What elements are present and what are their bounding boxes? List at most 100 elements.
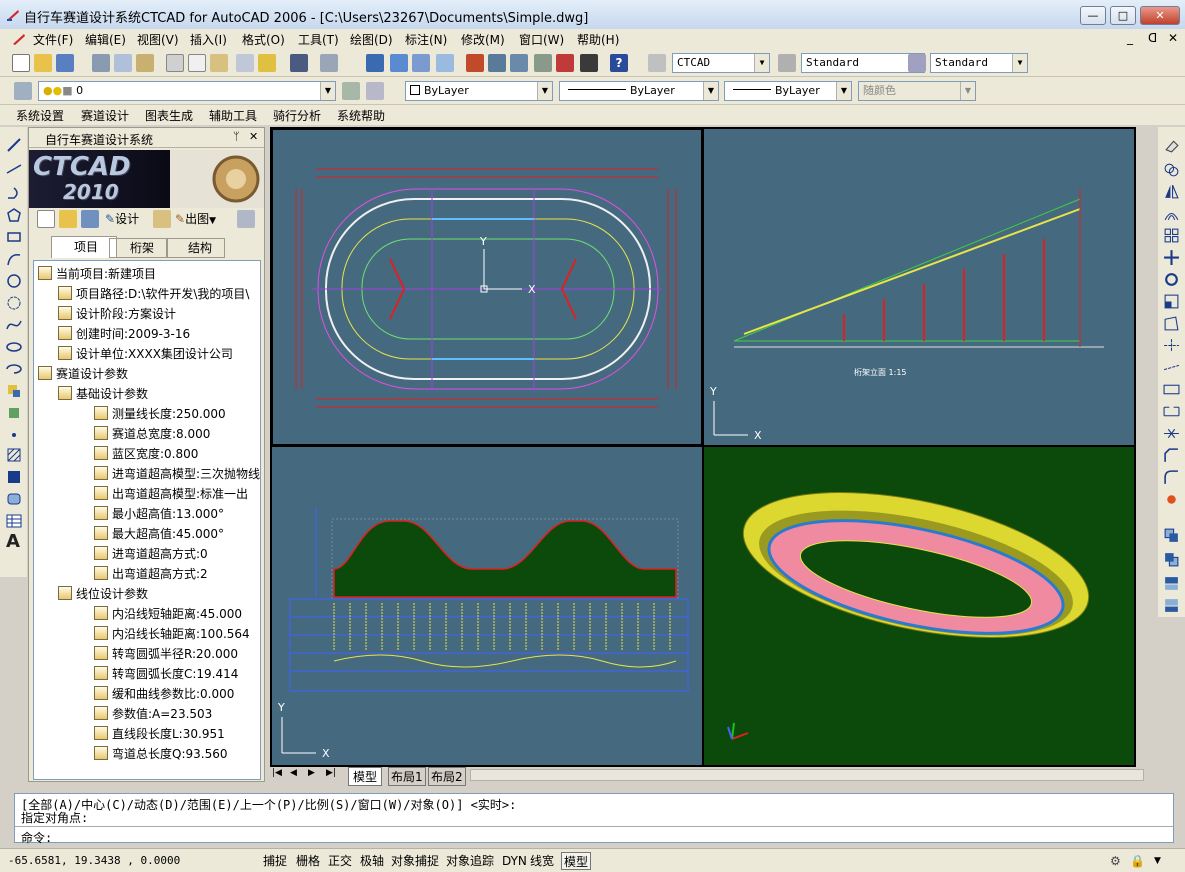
join-icon[interactable] bbox=[1163, 425, 1180, 442]
menu-draw[interactable]: 绘图(D) bbox=[350, 31, 393, 48]
calculator-icon[interactable] bbox=[580, 54, 598, 72]
tree-node[interactable]: 内沿线短轴距离:45.000 bbox=[94, 605, 242, 623]
zoom-window-icon[interactable] bbox=[412, 54, 430, 72]
mtext-icon[interactable]: A bbox=[6, 533, 22, 551]
tree-node[interactable]: 最小超高值:13.000° bbox=[94, 505, 224, 523]
sheet-set-icon[interactable] bbox=[534, 54, 552, 72]
menu-dimension[interactable]: 标注(N) bbox=[405, 31, 447, 48]
otrack-toggle[interactable]: 对象追踪 bbox=[446, 852, 494, 870]
erase-icon[interactable] bbox=[1163, 137, 1180, 154]
trim-icon[interactable] bbox=[1163, 337, 1180, 354]
tab-prev-icon[interactable]: ◀ bbox=[290, 768, 297, 778]
make-current-icon[interactable] bbox=[342, 82, 360, 100]
tab-first-icon[interactable]: |◀ bbox=[272, 768, 282, 778]
ortho-toggle[interactable]: 正交 bbox=[328, 852, 352, 870]
tree-node[interactable]: 进弯道超高模型:三次抛物线 bbox=[94, 465, 260, 483]
lock-toolbar-icon[interactable]: 🔒 bbox=[1130, 852, 1145, 870]
hatch-icon[interactable] bbox=[6, 447, 22, 463]
print-icon[interactable] bbox=[92, 54, 110, 72]
menu-window[interactable]: 窗口(W) bbox=[519, 31, 564, 48]
properties-icon[interactable] bbox=[466, 54, 484, 72]
menu-system-settings[interactable]: 系统设置 bbox=[16, 107, 64, 124]
gradient-icon[interactable] bbox=[6, 469, 22, 485]
communication-icon[interactable]: ⚙ bbox=[1110, 852, 1121, 870]
open-project-icon[interactable] bbox=[59, 210, 77, 228]
make-block-icon[interactable] bbox=[6, 405, 22, 421]
pan-icon[interactable] bbox=[366, 54, 384, 72]
design-center-icon[interactable] bbox=[488, 54, 506, 72]
menu-modify[interactable]: 修改(M) bbox=[461, 31, 505, 48]
menu-view[interactable]: 视图(V) bbox=[137, 31, 179, 48]
paste-icon[interactable] bbox=[210, 54, 228, 72]
tree-node[interactable]: 弯道总长度Q:93.560 bbox=[94, 745, 227, 763]
maximize-button[interactable]: □ bbox=[1110, 6, 1136, 25]
menu-insert[interactable]: 插入(I) bbox=[190, 31, 227, 48]
tree-node[interactable]: 当前项目:新建项目 bbox=[38, 265, 156, 283]
tree-node[interactable]: 进弯道超高方式:0 bbox=[94, 545, 208, 563]
design-button[interactable]: ✎设计 bbox=[105, 210, 139, 227]
linetype-select[interactable]: ByLayer ▼ bbox=[559, 81, 719, 101]
pin-icon[interactable]: ᛘ bbox=[233, 130, 240, 143]
grid-toggle[interactable]: 栅格 bbox=[296, 852, 320, 870]
move-icon[interactable] bbox=[1163, 249, 1180, 266]
explode-icon[interactable] bbox=[1163, 491, 1180, 508]
coordinate-display[interactable]: -65.6581, 19.3438 , 0.0000 bbox=[8, 852, 180, 870]
break-icon[interactable] bbox=[1163, 403, 1180, 420]
mirror-icon[interactable] bbox=[1163, 183, 1180, 200]
menu-riding-analysis[interactable]: 骑行分析 bbox=[273, 107, 321, 124]
circle-icon[interactable] bbox=[6, 273, 22, 289]
menu-system-help[interactable]: 系统帮助 bbox=[337, 107, 385, 124]
region-icon[interactable] bbox=[6, 491, 22, 507]
help-icon[interactable]: ? bbox=[610, 54, 628, 72]
rotate-icon[interactable] bbox=[1163, 271, 1180, 288]
table-icon[interactable] bbox=[6, 513, 22, 529]
polyline-icon[interactable] bbox=[6, 185, 22, 201]
copy-object-icon[interactable] bbox=[1163, 161, 1180, 178]
layer-manager-icon[interactable] bbox=[14, 82, 32, 100]
draworder-under-icon[interactable] bbox=[1163, 597, 1180, 614]
text-style-select[interactable]: CTCAD ▼ bbox=[672, 53, 770, 73]
preview-icon[interactable] bbox=[114, 54, 132, 72]
array-icon[interactable] bbox=[1163, 227, 1180, 244]
scale-icon[interactable] bbox=[1163, 293, 1180, 310]
arc-icon[interactable] bbox=[6, 251, 22, 267]
xline-icon[interactable] bbox=[6, 161, 22, 177]
zoom-previous-icon[interactable] bbox=[436, 54, 454, 72]
open-icon[interactable] bbox=[34, 54, 52, 72]
tab-structure[interactable]: 结构 bbox=[167, 238, 225, 258]
line-icon[interactable] bbox=[6, 137, 22, 153]
tree-node[interactable]: 基础设计参数 bbox=[58, 385, 148, 403]
menu-edit[interactable]: 编辑(E) bbox=[85, 31, 126, 48]
draworder-back-icon[interactable] bbox=[1163, 551, 1180, 568]
command-window[interactable]: [全部(A)/中心(C)/动态(D)/范围(E)/上一个(P)/比例(S)/窗口… bbox=[14, 793, 1174, 845]
tree-node[interactable]: 测量线长度:250.000 bbox=[94, 405, 226, 423]
minimize-button[interactable]: — bbox=[1080, 6, 1106, 25]
tree-node[interactable]: 项目路径:D:\软件开发\我的项目\ bbox=[58, 285, 249, 303]
offset-icon[interactable] bbox=[1163, 205, 1180, 222]
block-editor-icon[interactable] bbox=[258, 54, 276, 72]
tree-node[interactable]: 赛道设计参数 bbox=[38, 365, 128, 383]
polygon-icon[interactable] bbox=[6, 207, 22, 223]
color-select[interactable]: ByLayer ▼ bbox=[405, 81, 553, 101]
doc-restore-button[interactable]: ᗡ bbox=[1148, 31, 1157, 45]
viewport-plan[interactable]: X Y bbox=[272, 129, 702, 445]
model-toggle[interactable]: 模型 bbox=[561, 852, 592, 870]
undo-icon[interactable] bbox=[290, 54, 308, 72]
status-menu-icon[interactable]: ▼ bbox=[1154, 852, 1161, 870]
save-project-icon[interactable] bbox=[81, 210, 99, 228]
menu-help[interactable]: 帮助(H) bbox=[577, 31, 619, 48]
new-icon[interactable] bbox=[12, 54, 30, 72]
tab-layout2[interactable]: 布局2 bbox=[428, 767, 466, 786]
insert-block-icon[interactable] bbox=[6, 383, 22, 399]
dim-style-select[interactable]: Standard▼ bbox=[801, 53, 925, 73]
menu-file[interactable]: 文件(F) bbox=[33, 31, 73, 48]
save-icon[interactable] bbox=[56, 54, 74, 72]
point-icon[interactable] bbox=[6, 427, 22, 443]
draworder-front-icon[interactable] bbox=[1163, 527, 1180, 544]
revcloud-icon[interactable] bbox=[6, 295, 22, 311]
zoom-realtime-icon[interactable] bbox=[390, 54, 408, 72]
match-prop-icon[interactable] bbox=[236, 54, 254, 72]
tab-project[interactable]: 项目 bbox=[51, 236, 117, 258]
viewport-truss[interactable]: 桁架立面 1:15 X Y bbox=[704, 129, 1134, 445]
tree-node[interactable]: 线位设计参数 bbox=[58, 585, 148, 603]
